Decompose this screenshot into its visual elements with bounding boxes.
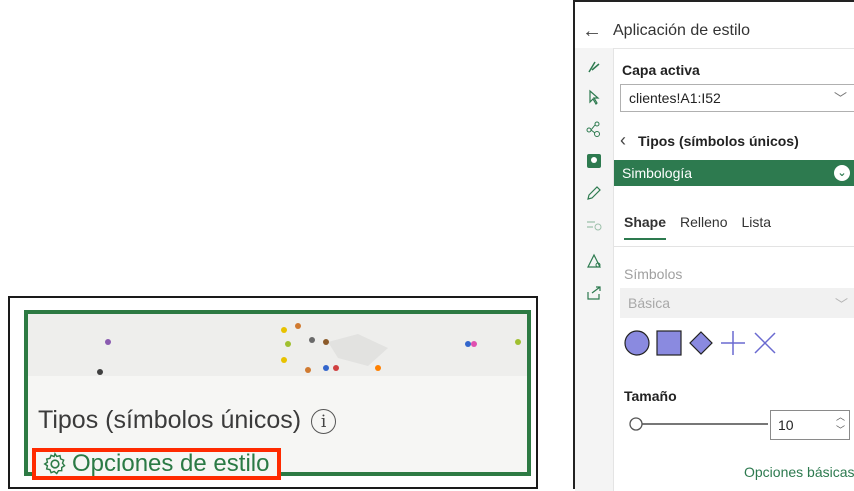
symbols-label: Símbolos: [624, 266, 683, 282]
tab-relleno[interactable]: Relleno: [680, 214, 727, 240]
basic-options-link[interactable]: Opciones básicas: [744, 464, 854, 480]
map-point: [295, 323, 301, 329]
map-point: [105, 339, 111, 345]
cursor-icon[interactable]: [585, 88, 603, 106]
layer-card[interactable]: Tipos (símbolos únicos) i Opciones de est…: [24, 310, 531, 480]
network-icon[interactable]: [585, 120, 603, 138]
brush-icon[interactable]: [585, 58, 603, 76]
square-shape-option[interactable]: [654, 328, 684, 358]
info-icon[interactable]: i: [311, 408, 337, 434]
map-point: [375, 365, 381, 371]
circle-shape-option[interactable]: [622, 328, 652, 358]
share-icon[interactable]: [585, 284, 603, 302]
chevron-down-icon: ⌄: [834, 165, 850, 181]
tab-lista[interactable]: Lista: [742, 214, 772, 240]
symbology-section-header[interactable]: Simbología ⌄: [614, 160, 854, 186]
tabs-divider: [614, 246, 854, 247]
subsection-back-button[interactable]: ‹ Tipos (símbolos únicos): [620, 130, 799, 151]
panel-header: ← Aplicación de estilo: [575, 14, 854, 49]
layer-preview-thumbnail: Tipos (símbolos únicos) i Opciones de est…: [8, 296, 538, 489]
map-point: [305, 367, 311, 373]
map-pin-icon[interactable]: [585, 252, 603, 270]
style-panel: ← Aplicación de estilo Capa activa clien…: [573, 0, 854, 491]
size-label: Tamaño: [624, 388, 677, 404]
active-layer-label: Capa activa: [622, 62, 700, 78]
map-point: [97, 369, 103, 375]
diamond-shape-option[interactable]: [686, 328, 716, 358]
map-point: [323, 365, 329, 371]
map-point: [333, 365, 339, 371]
layer-card-title: Tipos (símbolos únicos) i: [38, 406, 337, 435]
tool-rail: [575, 48, 614, 491]
tab-shape[interactable]: Shape: [624, 214, 667, 240]
map-point: [515, 339, 521, 345]
panel-content: Capa activa clientes!A1:I52 ﹀ ‹ Tipos (s…: [614, 48, 854, 491]
map-point: [285, 341, 291, 347]
map-point: [309, 337, 315, 343]
stepper-arrows-icon[interactable]: ︿ ﹀: [836, 411, 845, 437]
chevron-down-icon: ﹀: [834, 297, 848, 312]
symbols-set-select: Básica ﹀: [620, 288, 854, 318]
plus-shape-option[interactable]: [718, 328, 748, 358]
map-point: [281, 357, 287, 363]
gear-icon: [43, 452, 66, 475]
map-point: [471, 341, 477, 347]
arrow-left-icon[interactable]: ←: [575, 20, 609, 43]
panel-title: Aplicación de estilo: [613, 22, 750, 39]
chevron-left-icon: ‹: [620, 130, 626, 150]
active-layer-select[interactable]: clientes!A1:I52 ﹀: [620, 84, 854, 112]
chevron-down-icon: ﹀: [833, 91, 847, 106]
size-stepper[interactable]: 10 ︿ ﹀: [770, 410, 850, 440]
pencil-icon[interactable]: [585, 184, 603, 202]
filter-icon[interactable]: [585, 216, 603, 234]
size-slider[interactable]: [628, 412, 778, 436]
map-points: [97, 323, 521, 375]
map-point: [281, 327, 287, 333]
map-preview: [28, 314, 527, 376]
shape-picker: [622, 328, 780, 358]
layer-icon[interactable]: [585, 152, 603, 170]
cross-shape-option[interactable]: [750, 328, 780, 358]
symbology-tabs: Shape Relleno Lista: [624, 214, 771, 240]
map-point: [465, 341, 471, 347]
style-options-link[interactable]: Opciones de estilo: [32, 448, 282, 480]
slider-thumb[interactable]: [629, 417, 643, 431]
map-point: [323, 339, 329, 345]
